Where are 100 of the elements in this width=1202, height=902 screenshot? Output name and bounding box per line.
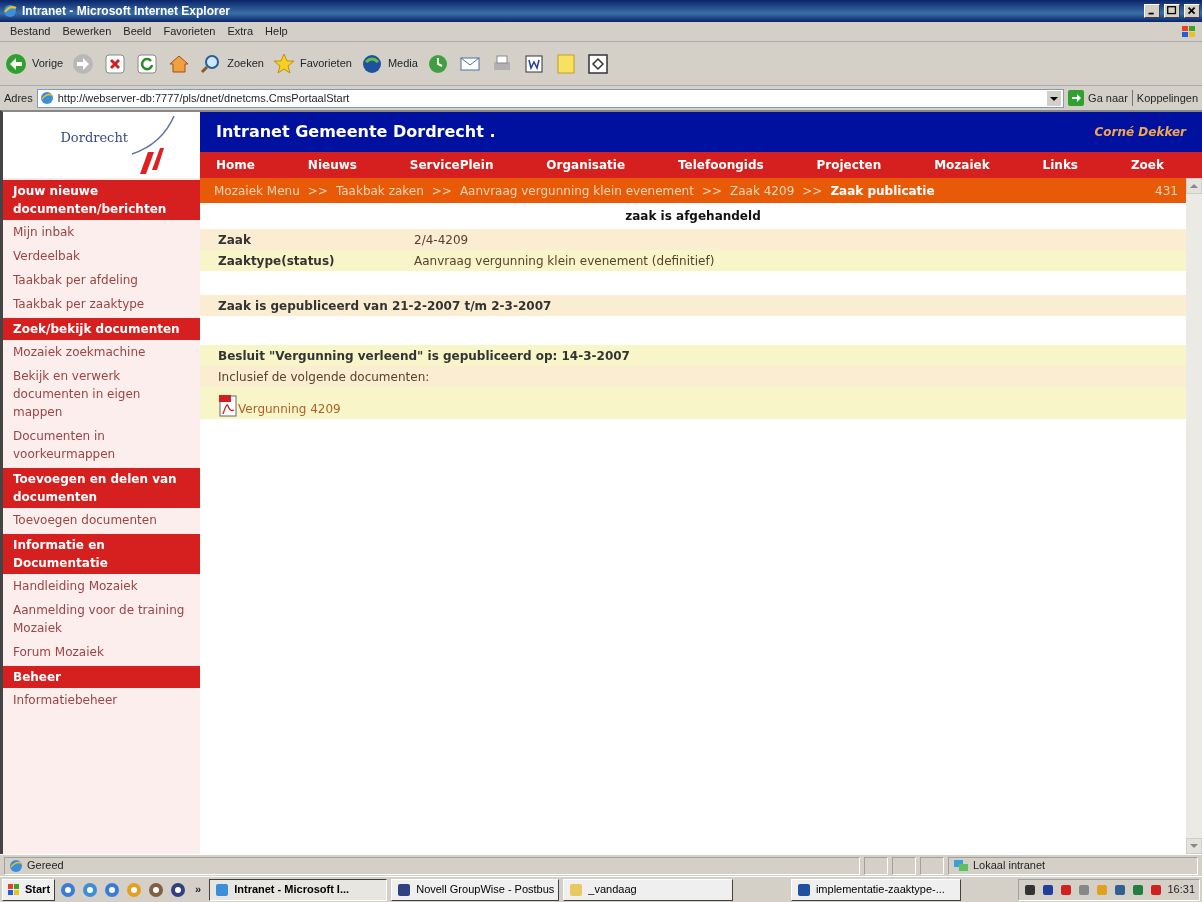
menu-item[interactable]: Bewerken [56,23,118,40]
nav-link[interactable]: Home [216,156,255,174]
nav-link[interactable]: Zoek [1130,156,1164,174]
breadcrumb-current: Zaak publicatie [830,182,935,200]
refresh-button[interactable] [135,51,160,76]
window-icon [214,881,231,898]
sidebar-heading: Jouw nieuwe documenten/berichten [3,180,200,220]
dropdown-icon[interactable] [1047,90,1062,106]
menu-item[interactable]: Help [259,23,294,40]
nav-link[interactable]: Mozaiek [934,156,990,174]
sidebar-link[interactable]: Toevoegen documenten [3,508,200,532]
media-button[interactable]: Media [359,51,418,76]
network-icon [953,858,969,873]
nav-link[interactable]: ServicePlein [409,156,494,174]
nav-link[interactable]: Nieuws [307,156,357,174]
document-link[interactable]: Vergunning 4209 [238,400,341,418]
address-label: Adres [4,90,33,106]
tray-icon[interactable] [1041,882,1056,897]
sidebar-heading: Beheer [3,666,200,688]
link-icon [585,51,610,76]
menu-item[interactable]: Beeld [117,23,158,40]
sidebar-link[interactable]: Bekijk en verwerk documenten in eigen mappen [3,364,200,424]
status-pane [864,856,888,875]
quick-launch-icon[interactable] [147,880,166,899]
sidebar-link[interactable]: Documenten in voorkeurmappen [3,424,200,466]
quick-launch-icon[interactable] [169,880,188,899]
status-text: Gereed [27,858,64,874]
sidebar-link[interactable]: Verdeelbak [3,244,200,268]
menu-item[interactable]: Extra [221,23,260,40]
menu-item[interactable]: Bestand [4,23,57,40]
search-button[interactable]: Zoeken [199,51,264,76]
status-pane [892,856,916,875]
windows-logo-icon [7,882,21,897]
breadcrumb-separator: >> [307,182,328,200]
window-icon [568,881,585,898]
nav-link[interactable]: Telefoongids [677,156,764,174]
publication-text: Zaak is gepubliceerd van 21-2-2007 t/m 2-3-2007 [218,297,552,315]
scrollbar[interactable] [1186,178,1202,854]
scroll-down-icon[interactable] [1186,838,1202,854]
taskbar-button[interactable]: _vandaag [563,878,734,901]
address-field[interactable]: http://webserver-db:7777/pls/dnet/dnetcms.CmsPortaalStart [36,88,1065,108]
zone-text: Lokaal intranet [973,858,1046,874]
nav-link[interactable]: Projecten [816,156,882,174]
favorites-button[interactable]: Favorieten [271,51,352,76]
field-label: Zaak [218,231,252,249]
forward-button[interactable] [71,51,96,76]
quick-launch-icon[interactable] [59,880,78,899]
sidebar-link[interactable]: Taakbak per zaaktype [3,292,200,316]
field-value: Aanvraag vergunning klein evenement (definitief) [414,252,715,270]
taskbar-button[interactable]: Novell GroupWise - Postbus [391,878,560,901]
sidebar-link[interactable]: Aanmelding voor de training Mozaiek [3,598,200,640]
link-button[interactable] [585,51,610,76]
sidebar-link[interactable]: Handleiding Mozaiek [3,574,200,598]
item-count: 431 [1155,182,1178,200]
sidebar-heading: Zoek/bekijk documenten [3,318,200,340]
pdf-icon [218,394,238,418]
minimize-icon[interactable] [1144,4,1160,18]
breadcrumb-separator: >> [802,182,823,200]
tray-icon[interactable] [1113,882,1128,897]
field-label: Zaaktype(status) [218,252,336,270]
window-icon [396,881,413,898]
status-pane [920,856,944,875]
refresh-icon [135,51,160,76]
taskbar-button[interactable]: implementatie-zaaktype-... [790,878,961,901]
windows-logo-icon [1180,23,1198,40]
sidebar-link[interactable]: Mijn inbak [3,220,200,244]
more-button[interactable]: » [191,881,206,898]
sidebar-link[interactable]: Forum Mozaiek [3,640,200,664]
browser-icon [2,3,18,19]
breadcrumb-separator: >> [701,182,723,200]
sidebar-link[interactable]: Informatiebeheer [3,688,200,712]
includes-text: Inclusief de volgende documenten: [218,368,430,386]
forward-icon [71,51,96,76]
taskbar-button[interactable]: Intranet - Microsoft I... [209,878,388,901]
nav-link[interactable]: Organisatie [546,156,626,174]
close-icon[interactable] [1184,4,1200,18]
breadcrumb-separator: >> [431,182,452,200]
menu-item[interactable]: Favorieten [157,23,222,40]
sidebar-link[interactable]: Mozaiek zoekmachine [3,340,200,364]
links-label[interactable]: Koppelingen [1131,89,1198,107]
back-icon [4,51,28,76]
maximize-icon[interactable] [1164,4,1180,18]
back-button[interactable]: Vorige [4,51,64,76]
tray-icon[interactable] [1023,882,1038,897]
logo-text: Dordrecht [60,129,128,148]
clock: 16:31 [1167,882,1195,898]
start-button[interactable]: Start [2,878,56,901]
page-icon [9,858,23,873]
go-button[interactable]: Ga naar [1068,89,1128,107]
favorites-icon [271,51,296,76]
page-icon [39,91,54,105]
scroll-up-icon[interactable] [1186,178,1202,194]
tray-icon[interactable] [1059,882,1074,897]
stop-button[interactable] [103,51,128,76]
sidebar-link[interactable]: Taakbak per afdeling [3,268,200,292]
decision-text: Besluit "Vergunning verleend" is gepubliceerd op: 14-3-2007 [218,347,630,365]
nav-link[interactable]: Links [1042,156,1078,174]
case-status: zaak is afgehandeld [624,208,762,225]
quick-launch-icon[interactable] [103,880,122,899]
tray-icon[interactable] [1149,882,1164,897]
